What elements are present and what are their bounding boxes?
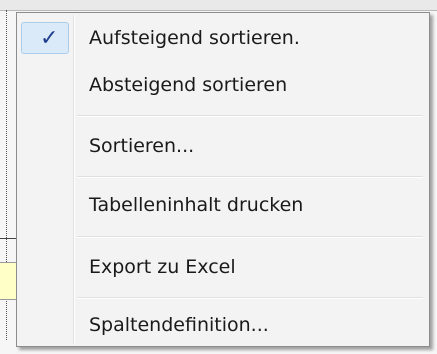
menu-separator [77, 297, 423, 299]
menu-item-sort-ascending[interactable]: ✓ Aufsteigend sortieren. [19, 20, 427, 56]
menu-separator [77, 236, 423, 238]
checked-state-box: ✓ [21, 22, 69, 54]
menu-separator [77, 176, 423, 178]
menu-item-print-table[interactable]: Tabelleninhalt drucken [19, 187, 427, 223]
menu-item-label: Export zu Excel [89, 256, 236, 278]
menu-item-sort-descending[interactable]: Absteigend sortieren [19, 67, 427, 103]
menu-separator [77, 115, 423, 117]
menu-item-label: Sortieren... [89, 135, 195, 157]
menu-item-column-definition[interactable]: Spaltendefinition... [19, 307, 427, 343]
menu-item-sort-dialog[interactable]: Sortieren... [19, 128, 427, 164]
menu-item-label: Spaltendefinition... [89, 314, 269, 336]
background-toolbar [0, 0, 437, 11]
menu-item-label: Tabelleninhalt drucken [89, 194, 304, 216]
menu-item-label: Aufsteigend sortieren. [89, 27, 300, 49]
screenshot-root: ✓ Aufsteigend sortieren. Absteigend sort… [0, 0, 437, 354]
context-menu[interactable]: ✓ Aufsteigend sortieren. Absteigend sort… [16, 12, 430, 347]
menu-item-export-excel[interactable]: Export zu Excel [19, 249, 427, 285]
checkmark-icon: ✓ [40, 26, 59, 51]
menu-gutter-separator [73, 15, 75, 344]
menu-item-label: Absteigend sortieren [89, 74, 288, 96]
